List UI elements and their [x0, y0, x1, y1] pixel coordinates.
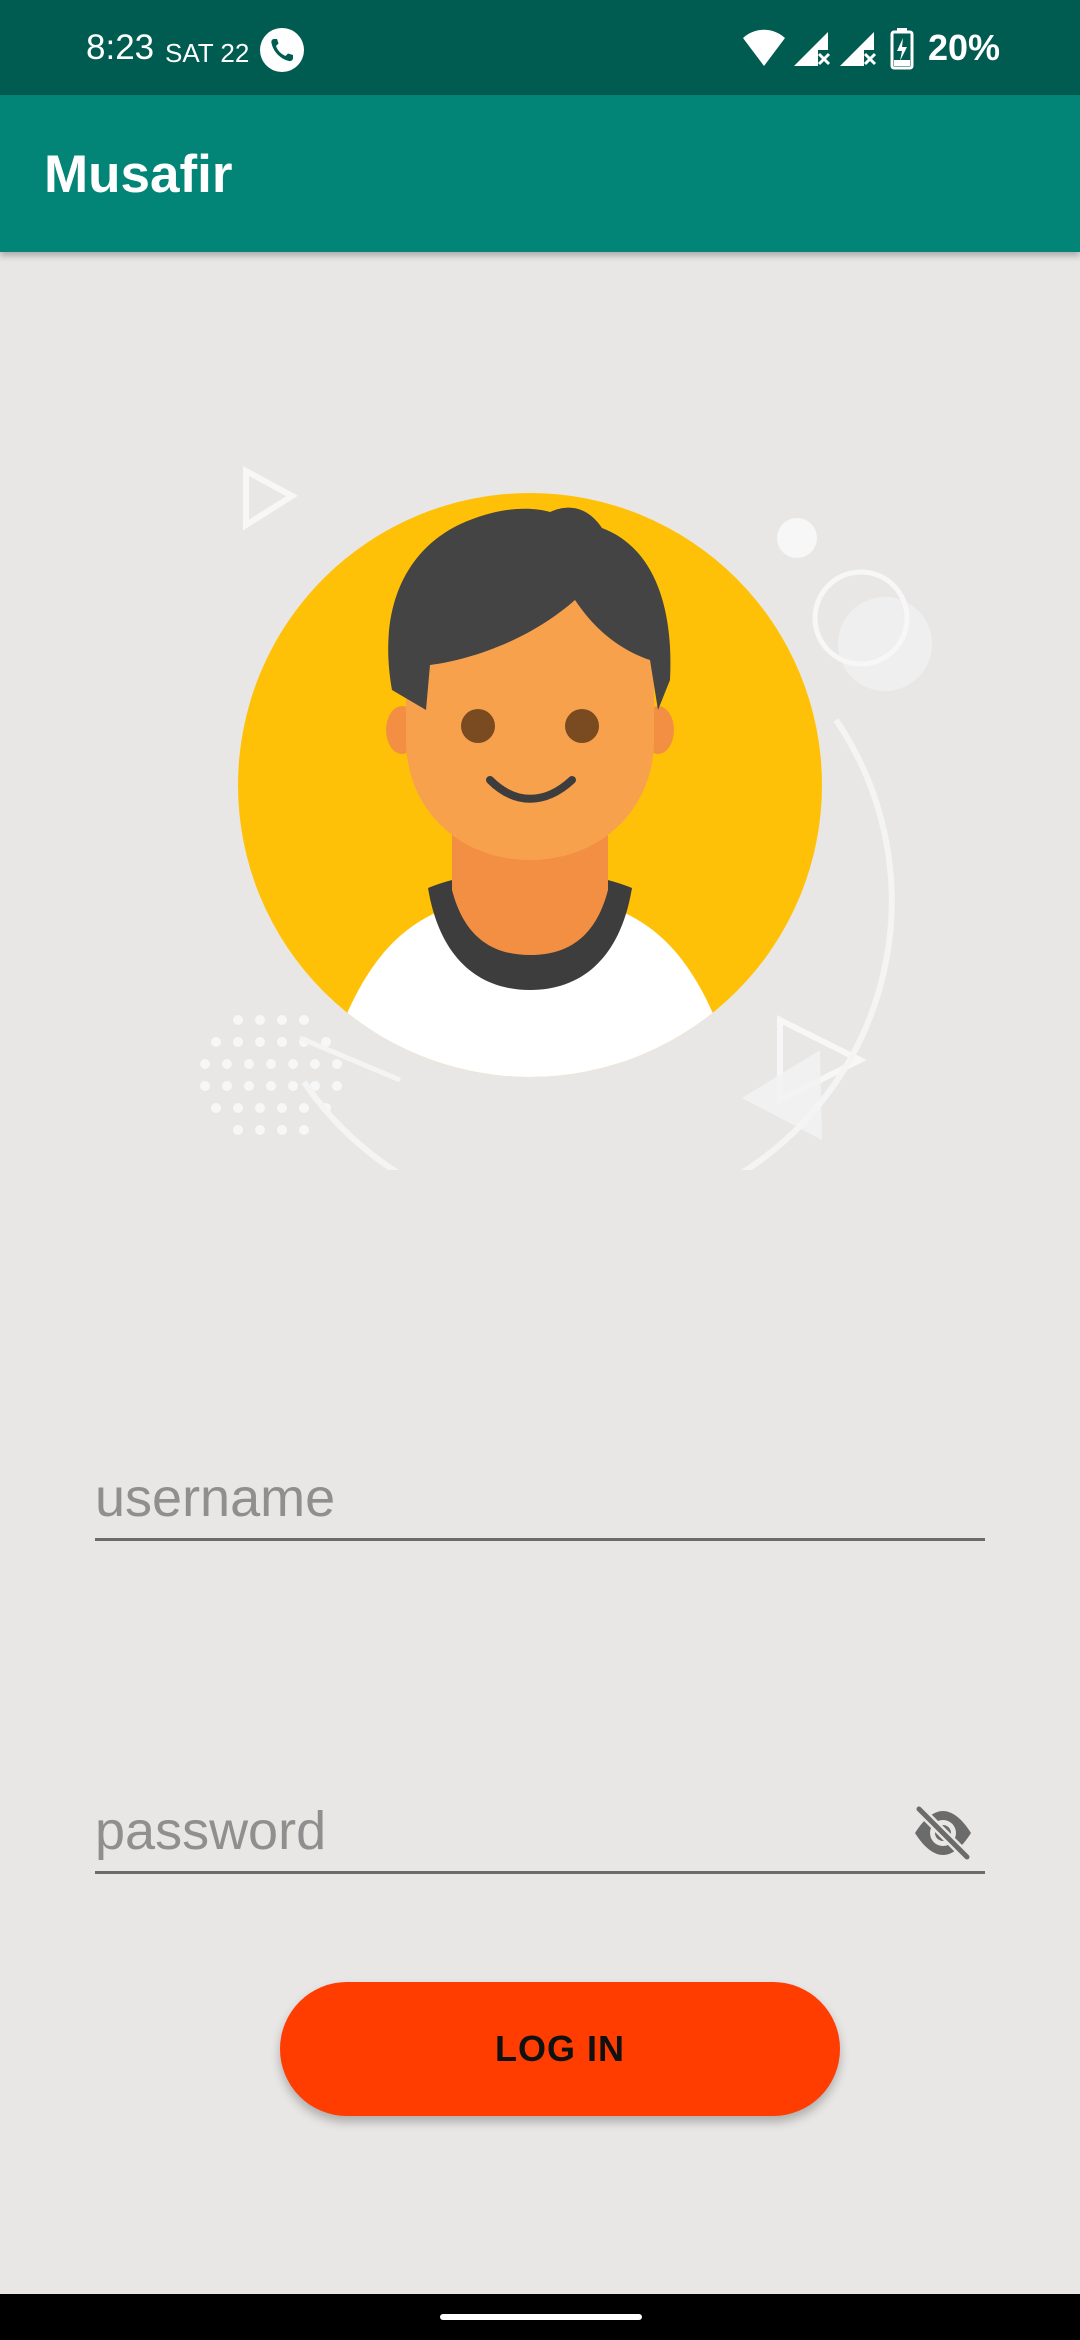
signal-no-data-icon: [840, 32, 877, 66]
app-title: Musafir: [44, 145, 233, 204]
password-input[interactable]: [95, 1791, 885, 1871]
username-field[interactable]: [95, 1458, 985, 1541]
home-gesture-handle[interactable]: [440, 2314, 642, 2320]
status-time: 8:23: [86, 28, 155, 67]
eye-off-icon[interactable]: [911, 1805, 975, 1861]
password-field[interactable]: [95, 1791, 985, 1874]
password-underline: [95, 1871, 985, 1874]
user-avatar-illustration: [200, 465, 932, 1226]
decor-dot: [777, 518, 817, 558]
username-input[interactable]: [95, 1458, 985, 1538]
status-date: SAT 22: [165, 38, 250, 68]
signal-no-data-icon: [794, 32, 831, 66]
battery-charging-icon: [890, 28, 914, 70]
phone-call-icon: [260, 28, 304, 72]
navigation-bar: [0, 2294, 1080, 2340]
app-bar: Musafir: [0, 95, 1080, 252]
username-underline: [95, 1538, 985, 1541]
wifi-icon: [743, 29, 785, 66]
avatar-illustration: [180, 450, 940, 1226]
login-button[interactable]: LOG IN: [280, 1982, 840, 2116]
battery-percent: 20%: [928, 27, 1001, 68]
halftone-dots: [200, 1015, 342, 1135]
decor-circle: [838, 597, 932, 691]
status-bar: 8:23 SAT 22 20%: [0, 0, 1080, 95]
triangle-outline-icon: [243, 465, 298, 531]
